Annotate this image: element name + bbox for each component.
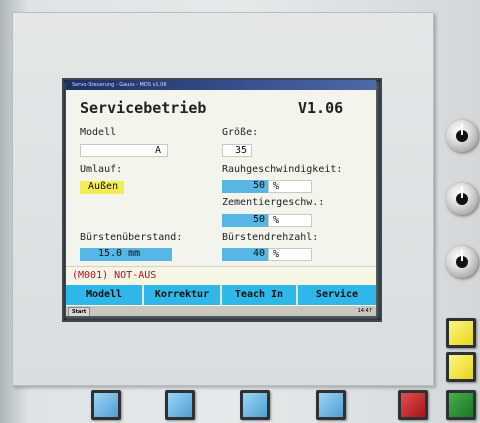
zementiergeschw-field[interactable]: 50 bbox=[222, 214, 268, 227]
window-title: Servo-Steuerung - Gauss - MDS v1.06 bbox=[72, 82, 167, 88]
page-title: Servicebetrieb bbox=[80, 99, 207, 117]
hw-button-f1[interactable] bbox=[91, 390, 121, 420]
zementiergeschw-label: Zementiergeschw.: bbox=[222, 197, 325, 208]
taskbar-clock: 14:47 bbox=[357, 308, 372, 314]
modell-label: Modell bbox=[80, 127, 117, 138]
hw-button-f3[interactable] bbox=[240, 390, 270, 420]
rotary-knob-1[interactable] bbox=[446, 120, 478, 152]
taskbar: Start 14:47 bbox=[66, 305, 376, 316]
groesse-field[interactable]: 35 bbox=[222, 144, 252, 157]
function-key-bar: Modell Korrektur Teach In Service bbox=[66, 285, 376, 305]
groesse-label: Größe: bbox=[222, 127, 259, 138]
fkey-service[interactable]: Service bbox=[298, 285, 376, 305]
hw-button-f2[interactable] bbox=[165, 390, 195, 420]
alarm-message: (M001) NOT-AUS bbox=[72, 270, 157, 281]
message-bar: (M001) NOT-AUS bbox=[66, 266, 376, 284]
buerstendrehzahl-unit: % bbox=[268, 248, 312, 261]
buerstendrehzahl-label: Bürstendrehzahl: bbox=[222, 232, 319, 243]
zementiergeschw-unit: % bbox=[268, 214, 312, 227]
rauhgeschwindigkeit-unit: % bbox=[268, 180, 312, 193]
rauhgeschwindigkeit-label: Rauhgeschwindigkeit: bbox=[222, 164, 343, 175]
umlauf-label: Umlauf: bbox=[80, 164, 123, 175]
rotary-knob-2[interactable] bbox=[446, 183, 478, 215]
start-button[interactable]: Start bbox=[68, 307, 91, 316]
yellow-button-1[interactable] bbox=[446, 318, 476, 348]
fkey-modell[interactable]: Modell bbox=[66, 285, 144, 305]
stop-button[interactable] bbox=[398, 390, 428, 420]
buerstendrehzahl-field[interactable]: 40 bbox=[222, 248, 268, 261]
start-label: Start bbox=[72, 309, 87, 315]
window-titlebar: Servo-Steuerung - Gauss - MDS v1.06 bbox=[66, 80, 376, 90]
rauhgeschwindigkeit-field[interactable]: 50 bbox=[222, 180, 268, 193]
fkey-teach-in[interactable]: Teach In bbox=[222, 285, 298, 305]
fkey-korrektur[interactable]: Korrektur bbox=[144, 285, 222, 305]
rotary-knob-3[interactable] bbox=[446, 246, 478, 278]
yellow-button-2[interactable] bbox=[446, 352, 476, 382]
modell-field[interactable]: A bbox=[80, 144, 168, 157]
start-hw-button[interactable] bbox=[446, 390, 476, 420]
version-label: V1.06 bbox=[298, 99, 344, 117]
buerstenueberstand-field[interactable]: 15.0 mm bbox=[80, 248, 172, 261]
buerstenueberstand-label: Bürstenüberstand: bbox=[80, 232, 183, 243]
hmi-screen: Servo-Steuerung - Gauss - MDS v1.06 Serv… bbox=[66, 80, 376, 316]
umlauf-field[interactable]: Außen bbox=[80, 181, 124, 194]
hw-button-f4[interactable] bbox=[316, 390, 346, 420]
